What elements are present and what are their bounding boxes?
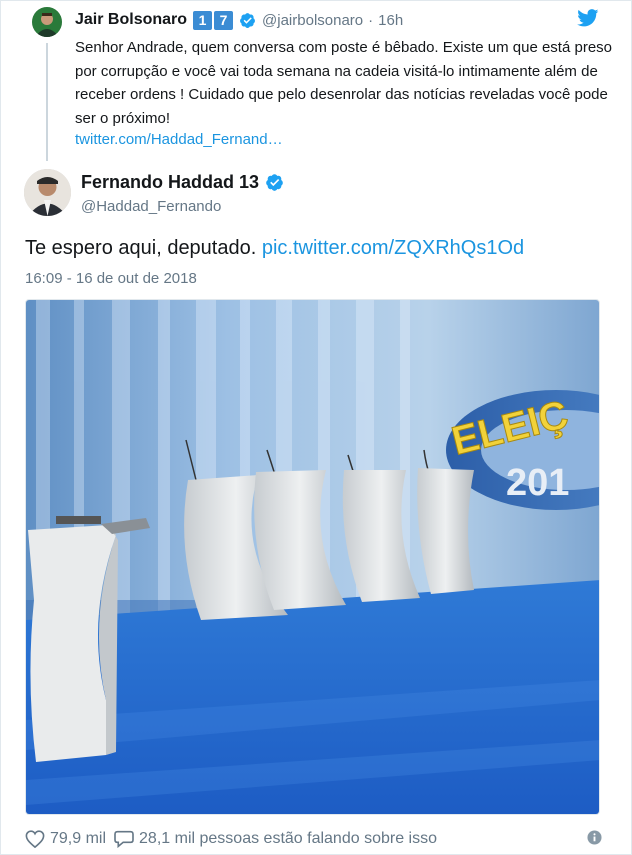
tweet-footer: 79,9 mil 28,1 mil pessoas estão falando …: [25, 827, 605, 851]
debate-stage-photo: ELEIÇ 201: [26, 300, 599, 814]
parent-tweet-text: Senhor Andrade, quem conversa com poste …: [75, 39, 612, 127]
badge-digit: 1: [193, 10, 213, 30]
parent-handle[interactable]: @jairbolsonaro: [262, 12, 363, 29]
main-tweet-text: Te espero aqui, deputado. pic.twitter.co…: [25, 237, 524, 260]
info-icon[interactable]: [587, 830, 602, 845]
main-tweet-header: Fernando Haddad 13: [81, 172, 284, 193]
speech-bubble-icon: [114, 830, 134, 848]
tweet-card: Jair Bolsonaro 1 7 @jairbolsonaro · 16h …: [0, 0, 632, 855]
parent-author-name[interactable]: Jair Bolsonaro: [75, 11, 187, 29]
like-count: 79,9 mil: [50, 830, 107, 847]
parent-tweet-link[interactable]: twitter.com/Haddad_Fernand…: [75, 131, 283, 148]
main-handle[interactable]: @Haddad_Fernando: [81, 198, 221, 215]
talk-count: 28,1 mil pessoas estão falando sobre iss…: [139, 830, 437, 847]
number-badge: 1 7: [193, 10, 235, 30]
main-author-name[interactable]: Fernando Haddad 13: [81, 172, 259, 193]
main-tweet-timestamp[interactable]: 16:09 - 16 de out de 2018: [25, 270, 197, 287]
banner-year: 201: [506, 462, 569, 504]
thread-connector: [46, 43, 48, 161]
avatar-haddad[interactable]: [24, 169, 71, 216]
avatar-jair[interactable]: [32, 7, 62, 37]
parent-time[interactable]: 16h: [378, 12, 403, 29]
separator-dot: ·: [368, 11, 374, 29]
main-tweet-link[interactable]: pic.twitter.com/ZQXRhQs1Od: [262, 237, 524, 259]
tweet-media-image[interactable]: ELEIÇ 201: [25, 299, 600, 815]
badge-digit: 7: [214, 10, 234, 30]
parent-tweet-header: Jair Bolsonaro 1 7 @jairbolsonaro · 16h: [75, 9, 403, 31]
like-action[interactable]: 79,9 mil: [25, 830, 106, 848]
main-tweet-body: Te espero aqui, deputado.: [25, 237, 257, 259]
heart-icon: [25, 830, 45, 848]
verified-badge-icon: [266, 174, 283, 191]
twitter-bird-icon[interactable]: [577, 9, 599, 27]
verified-badge-icon: [240, 12, 255, 28]
conversation-action[interactable]: 28,1 mil pessoas estão falando sobre iss…: [114, 830, 437, 848]
